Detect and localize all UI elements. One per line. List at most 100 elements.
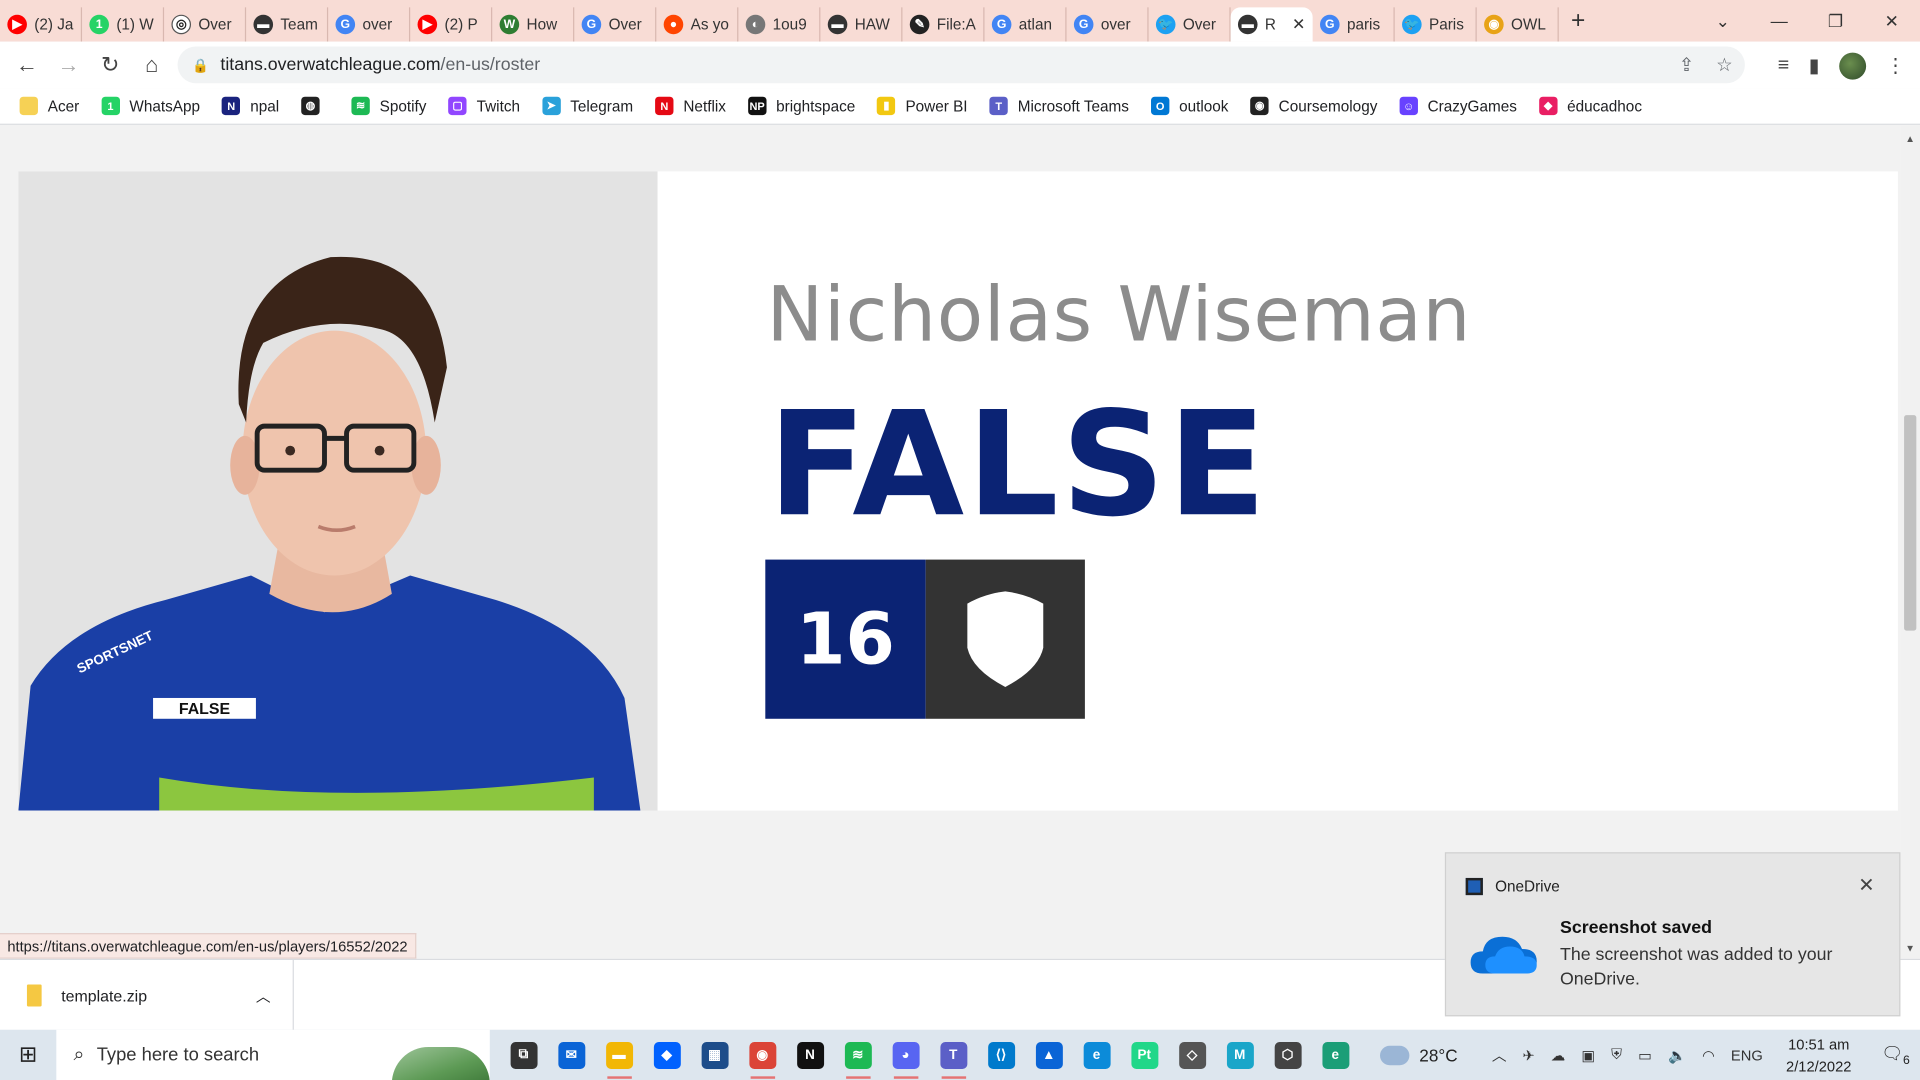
tab-label: Paris [1428, 15, 1464, 34]
taskbar-app[interactable]: ▲ [1025, 1030, 1073, 1080]
taskbar-app[interactable]: ▦ [691, 1030, 739, 1080]
taskbar-app[interactable]: ⟨⟩ [977, 1030, 1025, 1080]
onedrive-cloud-icon [1470, 936, 1537, 974]
bookmark-item[interactable]: ◍ [301, 96, 329, 116]
menu-icon[interactable]: ⋮ [1886, 54, 1906, 78]
browser-tab[interactable]: 🐦 Over [1149, 7, 1231, 42]
share-icon[interactable]: ⇪ [1679, 54, 1694, 76]
browser-tab[interactable]: ▬ R ✕ [1230, 7, 1313, 42]
windows-start-icon[interactable]: ⊞ [0, 1042, 56, 1068]
taskbar-app[interactable]: e [1073, 1030, 1121, 1080]
back-icon[interactable]: ← [7, 52, 46, 78]
taskbar-app[interactable]: T [929, 1030, 977, 1080]
browser-tab[interactable]: Gatlan [984, 7, 1067, 42]
volume-icon[interactable]: 🔈 [1668, 1046, 1686, 1063]
new-tab-button[interactable]: + [1571, 7, 1585, 35]
network-icon[interactable]: ✈ [1523, 1046, 1535, 1063]
close-window-button[interactable]: ✕ [1864, 10, 1920, 31]
page-scrollbar[interactable]: ▲ ▼ [1900, 126, 1920, 959]
tab-favicon-icon: ▶ [7, 14, 27, 35]
taskbar-app[interactable]: ▬ [595, 1030, 643, 1080]
tab-label: over [1100, 15, 1131, 34]
bookmark-star-icon[interactable]: ☆ [1716, 54, 1732, 76]
status-url: https://titans.overwatchleague.com/en-us… [0, 933, 417, 959]
onedrive-tray-icon[interactable]: ☁ [1551, 1046, 1566, 1063]
browser-tab[interactable]: ▬ Team [246, 7, 329, 42]
media-control-icon[interactable]: ≡ [1778, 55, 1789, 77]
scroll-up-icon[interactable]: ▲ [1905, 133, 1915, 144]
browser-tab[interactable]: Gparis [1313, 7, 1395, 42]
bookmark-item[interactable]: N Netflix [655, 96, 726, 116]
browser-tab[interactable]: ◉ OWL [1477, 7, 1559, 42]
browser-tab[interactable]: ✎ File:A [902, 7, 985, 42]
browser-tab[interactable]: ▶ (2) Ja [0, 7, 83, 42]
taskbar-app[interactable]: ◕ [882, 1030, 930, 1080]
taskbar-app[interactable]: ≋ [834, 1030, 882, 1080]
bookmark-item[interactable]: Ooutlook [1150, 96, 1228, 116]
browser-tab[interactable]: ● As yo [656, 7, 739, 42]
browser-tab[interactable]: ◎ Over [164, 7, 247, 42]
language-indicator[interactable]: ENG [1731, 1046, 1763, 1063]
browser-tab[interactable]: W How [492, 7, 575, 42]
bookmark-item[interactable]: ◉ Coursemology [1250, 96, 1377, 116]
bookmark-item[interactable]: NP brightspace [747, 96, 855, 116]
weather-widget[interactable]: 28°C [1380, 1045, 1458, 1065]
browser-tab[interactable]: Gover [1067, 7, 1149, 42]
bookmark-item[interactable]: ➤ Telegram [542, 96, 633, 116]
taskbar-app[interactable]: Pt [1120, 1030, 1168, 1080]
cloud-icon [1380, 1045, 1410, 1065]
bookmark-item[interactable]: ▮ Power BI [877, 96, 968, 116]
address-bar[interactable]: 🔒 titans.overwatchleague.com/en-us/roste… [177, 46, 1745, 84]
security-icon[interactable]: ⛨ [1611, 1046, 1622, 1064]
browser-tab[interactable]: ▬ HAW [820, 7, 903, 42]
reload-icon[interactable]: ↻ [91, 52, 130, 78]
lock-icon[interactable]: 🔒 [192, 57, 209, 73]
taskbar-app[interactable]: M [1216, 1030, 1264, 1080]
bookmark-item[interactable]: Acer [19, 96, 79, 116]
taskbar-app[interactable]: ⧉ [500, 1030, 548, 1080]
browser-tab[interactable]: G Over [574, 7, 657, 42]
chevron-up-icon[interactable]: ︿ [256, 985, 271, 1006]
side-panel-icon[interactable]: ▮ [1809, 54, 1820, 78]
taskbar-app[interactable]: ◉ [738, 1030, 786, 1080]
tab-search-icon[interactable]: ⌄ [1695, 10, 1751, 31]
profile-avatar[interactable] [1839, 52, 1867, 80]
scrollbar-thumb[interactable] [1904, 415, 1917, 631]
taskbar-app[interactable]: N [786, 1030, 834, 1080]
browser-tab[interactable]: Gover [328, 7, 411, 42]
taskbar-app[interactable]: ◇ [1168, 1030, 1216, 1080]
onedrive-toast[interactable]: OneDrive ✕ Screenshot saved The screensh… [1444, 852, 1901, 1017]
bookmark-item[interactable]: Nnpal [222, 96, 279, 116]
bookmark-item[interactable]: 1 WhatsApp [101, 96, 200, 116]
bookmark-item[interactable]: ≋ Spotify [351, 96, 426, 116]
scroll-down-icon[interactable]: ▼ [1905, 943, 1915, 954]
forward-icon[interactable]: → [49, 52, 88, 78]
bookmark-item[interactable]: ☺ CrazyGames [1399, 96, 1517, 116]
clock[interactable]: 10:51 am 2/12/2022 [1786, 1033, 1851, 1077]
pycharm-icon: Pt [1130, 1041, 1158, 1069]
browser-tab[interactable]: 1 (1) W [82, 7, 165, 42]
bookmark-item[interactable]: ◆ éducadhoc [1538, 96, 1642, 116]
bookmark-item[interactable]: ▢ Twitch [448, 96, 520, 116]
download-item[interactable]: template.zip ︿ [0, 960, 294, 1032]
tray-chevron-icon[interactable]: ︿ [1492, 1044, 1507, 1065]
taskbar-search[interactable]: ⌕ Type here to search [56, 1029, 490, 1080]
browser-tab[interactable]: ▶ (2) P [410, 7, 493, 42]
browser-tab[interactable]: 🐦 Paris [1395, 7, 1477, 42]
taskbar-app[interactable]: e [1311, 1030, 1359, 1080]
bookmark-item[interactable]: T Microsoft Teams [989, 96, 1129, 116]
taskbar-app[interactable]: ✉ [547, 1030, 595, 1080]
home-icon[interactable]: ⌂ [132, 52, 171, 78]
taskbar-app[interactable]: ⬡ [1264, 1030, 1312, 1080]
notification-center-icon[interactable]: 🗨6 [1871, 1043, 1920, 1067]
toast-close-icon[interactable]: ✕ [1858, 873, 1874, 897]
device-icon[interactable]: ▣ [1581, 1046, 1595, 1063]
close-tab-icon[interactable]: ✕ [1292, 15, 1305, 35]
minimize-button[interactable]: — [1751, 11, 1807, 31]
wifi-icon[interactable]: ◠ [1702, 1046, 1715, 1063]
vscode-icon: ⟨⟩ [987, 1041, 1015, 1069]
battery-icon[interactable]: ▭ [1638, 1046, 1652, 1063]
browser-tab[interactable]: ◐ 1ou9 [738, 7, 821, 42]
taskbar-app[interactable]: ◆ [643, 1030, 691, 1080]
restore-button[interactable]: ❐ [1807, 10, 1863, 31]
